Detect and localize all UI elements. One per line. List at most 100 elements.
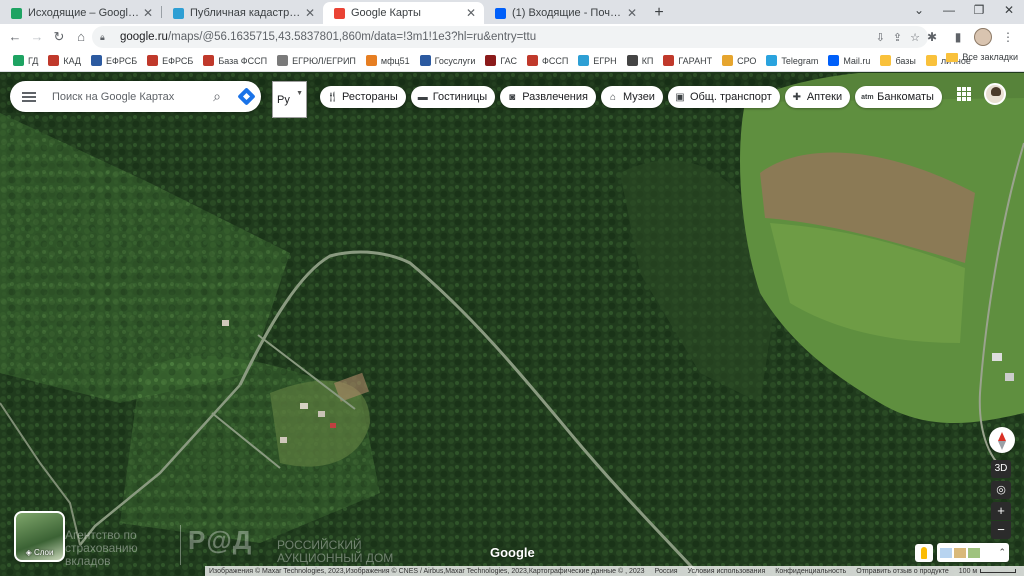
bookmark-item[interactable]: Telegram [761, 52, 823, 70]
chip-transit[interactable]: ▣ Общ. транспорт [667, 86, 780, 108]
my-location-button[interactable]: ◎ [991, 481, 1011, 499]
tab-3[interactable]: (1) Входящие - Почта Mail.ru✕ [484, 2, 645, 24]
google-drive-icon [10, 7, 22, 19]
bookmark-item[interactable]: КАД [43, 52, 86, 70]
chip-camera[interactable]: ◙ Развлечения [500, 86, 596, 108]
bookmark-item[interactable]: мфц51 [361, 52, 415, 70]
maximize-button[interactable]: ❐ [964, 0, 994, 22]
chip-hotel[interactable]: ▬ Гостиницы [410, 86, 496, 108]
bookmark-favicon-icon [722, 55, 734, 66]
tab-1[interactable]: Публичная кадастровая карта✕ [162, 2, 323, 24]
bookmark-item[interactable]: ЕГРЮЛ/ЕГРИП [272, 52, 361, 70]
bookmark-item[interactable]: КП [622, 52, 659, 70]
menu-kebab-icon[interactable]: ⋮ [998, 26, 1018, 48]
hotel-icon: ▬ [417, 91, 428, 103]
tile-map[interactable] [940, 547, 952, 558]
zoom-out-button[interactable]: − [991, 521, 1011, 539]
tab-close-icon[interactable]: ✕ [625, 6, 639, 20]
3d-toggle-button[interactable]: 3D [991, 460, 1011, 478]
bookmark-star-icon[interactable]: ☆ [910, 31, 920, 44]
browser-window: { "tabs": [ {"title": "Исходящие – Googl… [0, 0, 1024, 576]
chip-label: Музеи [622, 91, 655, 103]
google-apps-icon[interactable] [957, 87, 971, 101]
layers-label: Слои [16, 548, 63, 557]
compass-button[interactable] [989, 427, 1015, 453]
attribution-bar: Изображения © Maxar Technologies, 2023,И… [205, 566, 1024, 576]
minimize-button[interactable]: — [934, 0, 964, 22]
bookmark-label: СРО [737, 55, 757, 66]
account-avatar[interactable] [984, 83, 1006, 105]
feedback-link[interactable]: Отправить отзыв о продукте [856, 568, 949, 575]
bookmark-item[interactable]: ГАРАНТ [658, 52, 717, 70]
chip-restaurant[interactable]: 🍴︎ Рестораны [320, 86, 406, 108]
zoom-in-button[interactable]: + [991, 502, 1011, 520]
share-icon[interactable]: ⇪ [893, 31, 902, 44]
bookmark-label: Telegram [781, 55, 819, 66]
pegman-icon [921, 547, 927, 559]
side-panel-icon[interactable]: ▮ [948, 26, 968, 48]
extensions-icon[interactable]: ✱ [922, 26, 942, 48]
terms-link[interactable]: Условия использования [688, 568, 766, 575]
language-select[interactable]: Ру ▼ [272, 81, 307, 118]
bookmark-label: мфц51 [380, 55, 410, 66]
bookmark-item[interactable]: Госуслуги [415, 52, 481, 70]
bookmark-favicon-icon [203, 55, 215, 66]
scale-line [980, 569, 1017, 573]
tab-search-chevron-icon[interactable]: ⌄ [904, 0, 934, 22]
satellite-imagery [0, 73, 1024, 576]
address-bar[interactable]: 🔒︎ google.ru/maps/@56.1635715,43.5837801… [92, 26, 928, 48]
country-link[interactable]: Россия [655, 568, 678, 575]
directions-button[interactable] [231, 81, 261, 112]
home-button[interactable]: ⌂ [70, 26, 92, 48]
tab-close-icon[interactable]: ✕ [303, 6, 317, 20]
all-bookmarks-button[interactable]: Все закладки [946, 52, 1018, 62]
bookmark-item[interactable]: ФССП [522, 52, 573, 70]
close-window-button[interactable]: ✕ [994, 0, 1024, 22]
tab-close-icon[interactable]: ✕ [141, 6, 155, 20]
bookmark-favicon-icon [147, 55, 159, 66]
back-button[interactable]: ← [4, 26, 26, 48]
tab-close-icon[interactable]: ✕ [464, 6, 478, 20]
bookmark-item[interactable]: Mail.ru [823, 52, 875, 70]
layers-toggle[interactable]: Слои [14, 511, 65, 562]
chip-pharmacy[interactable]: ✚ Аптеки [784, 86, 851, 108]
pharmacy-icon: ✚ [792, 91, 801, 103]
bookmark-item[interactable]: ГД [8, 52, 43, 70]
bookmark-item[interactable]: ЕФРСБ [142, 52, 198, 70]
chip-label: Банкоматы [877, 91, 934, 103]
search-icon[interactable]: ⌕ [203, 88, 231, 105]
scale-bar[interactable]: 100 м [959, 568, 1017, 575]
install-app-icon[interactable]: ⇩ [876, 31, 885, 44]
chip-label: Рестораны [342, 91, 398, 103]
map-search-box[interactable]: Поиск на Google Картах ⌕ [10, 81, 261, 112]
privacy-link[interactable]: Конфиденциальность [775, 568, 846, 575]
chip-label: Аптеки [806, 91, 843, 103]
mail-icon [494, 7, 506, 19]
bookmark-item[interactable]: базы [875, 52, 920, 70]
bookmark-item[interactable]: ЕФРСБ [86, 52, 142, 70]
menu-hamburger-icon[interactable] [22, 91, 36, 102]
bookmark-item[interactable]: База ФССП [198, 52, 272, 70]
reload-button[interactable]: ↻ [48, 26, 70, 48]
tile-satellite[interactable] [968, 547, 980, 558]
bookmark-favicon-icon [526, 55, 538, 66]
map-canvas[interactable]: Поиск на Google Картах ⌕ Ру ▼ 🍴︎ Ресторан… [0, 73, 1024, 576]
chip-museum[interactable]: ⌂ Музеи [600, 86, 663, 108]
tile-terrain[interactable] [954, 547, 966, 558]
tab-0[interactable]: Исходящие – Google Диск✕ [0, 2, 161, 24]
bookmark-item[interactable]: ЕГРН [573, 52, 621, 70]
search-input[interactable]: Поиск на Google Картах [52, 91, 203, 103]
new-tab-button[interactable]: + [645, 2, 673, 24]
street-view-pegman[interactable] [915, 544, 933, 562]
profile-avatar[interactable] [974, 28, 992, 46]
bookmark-item[interactable]: СРО [717, 52, 761, 70]
bookmark-item[interactable]: ГАС [480, 52, 522, 70]
tab-2[interactable]: Google Карты ✕ [323, 2, 484, 24]
agency-watermark: Агентство по страхованию вкладов [65, 528, 138, 568]
chip-atm[interactable]: atm Банкоматы [855, 86, 942, 108]
bookmark-label: ГАС [500, 55, 517, 66]
category-chips: 🍴︎ Рестораны ▬ Гостиницы ◙ Развлечения ⌂ Музеи ▣… [320, 86, 942, 108]
collapse-chevron-icon[interactable]: ⌃ [998, 547, 1006, 558]
map-type-tiles[interactable]: ⌃ [937, 543, 1009, 562]
forward-button[interactable]: → [26, 26, 48, 48]
